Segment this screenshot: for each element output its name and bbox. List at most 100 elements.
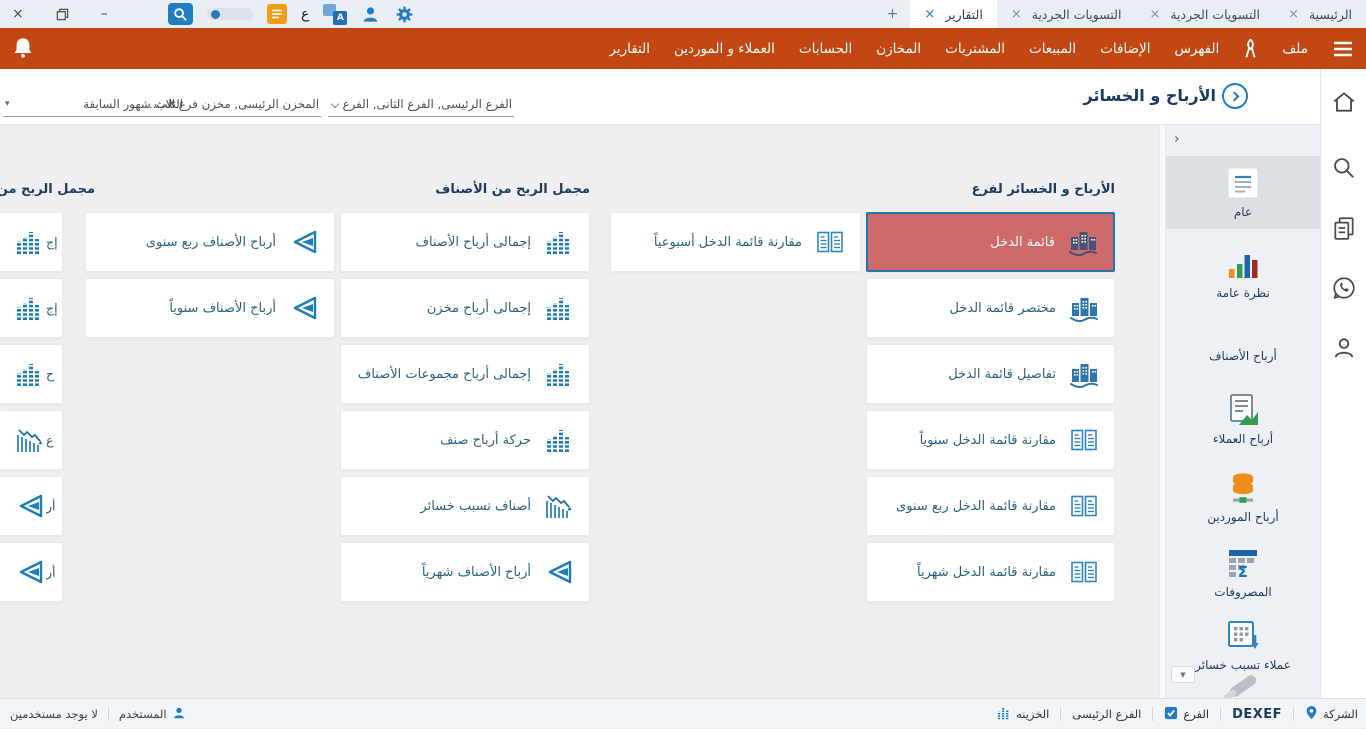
settings-gear-icon[interactable] <box>394 4 415 25</box>
report-tile-cut[interactable]: إج <box>0 212 63 272</box>
menu-item[interactable]: المبيعات <box>1029 41 1076 57</box>
report-tile-cut[interactable]: ع <box>0 410 63 470</box>
search-button[interactable] <box>168 3 193 25</box>
brand-logo[interactable]: DEXEF <box>1232 707 1282 722</box>
tile-label: مختصر قائمة الدخل <box>949 300 1056 316</box>
report-tile[interactable]: مختصر قائمة الدخل <box>866 278 1115 338</box>
notifications-bell-icon[interactable] <box>12 36 34 64</box>
sidebar-item[interactable]: نظرة عامة <box>1166 237 1320 300</box>
tab-active[interactable]: التقارير × <box>910 0 997 28</box>
sidebar-item[interactable]: Σ المصروفات <box>1166 536 1320 599</box>
status-item[interactable]: الخزينه <box>996 705 1049 723</box>
translate-icon[interactable]: A <box>323 3 348 25</box>
tab-close-icon[interactable]: × <box>1149 7 1160 22</box>
toggle-slider[interactable] <box>207 8 253 20</box>
income-statement-icon <box>1068 360 1100 388</box>
status-item[interactable]: لا يوجد مستخدمين <box>10 707 98 721</box>
tile-label: أرباح الأصناف ربع سنوى <box>145 234 276 250</box>
sidebar-item[interactable]: أرباح الأصناف <box>1166 346 1320 363</box>
tab-strip: الرئيسية × التسويات الجردية × التسويات الجرد… <box>875 0 1366 28</box>
sidebar-item-label: نظرة عامة <box>1216 286 1270 300</box>
tile-label-partial: ح <box>46 366 55 382</box>
sidebar-item[interactable]: عام <box>1166 156 1320 229</box>
report-tile[interactable]: مقارنة قائمة الدخل أسبوعياً <box>610 212 861 272</box>
separator <box>1060 707 1062 721</box>
menu-item[interactable]: الفهرس <box>1174 41 1219 57</box>
titlebar: × – ع A الرئيسية × التسويات الجردية × التسوي… <box>0 0 1366 28</box>
filter-dropdown[interactable]: الفرع الرئيسى, الفرع الثانى, الفرع <box>328 95 514 117</box>
page-header: الأرباح و الخسائر الفرع الرئيسى, الفرع ا… <box>0 69 1320 125</box>
report-tile[interactable]: تفاصيل قائمة الدخل <box>866 344 1115 404</box>
status-left: لا يوجد مستخدمين المستخدم <box>10 699 186 729</box>
sidebar-item[interactable]: عملاء تسبب خسائر <box>1166 609 1320 672</box>
menu-item[interactable]: الإضافات <box>1100 41 1150 57</box>
report-tile[interactable]: إجمالى أرباح مجموعات الأصناف <box>340 344 590 404</box>
report-tile[interactable]: مقارنة قائمة الدخل سنوياً <box>866 410 1115 470</box>
orange-list-button[interactable] <box>267 4 287 24</box>
menu-item[interactable]: الحسابات <box>799 41 852 57</box>
report-tile[interactable]: قائمة الدخل <box>866 212 1115 272</box>
menubar: ملف الفهرس الإضافات المبيعات المشتريات المخاز… <box>0 28 1366 69</box>
tab-item[interactable]: التسويات الجردية × <box>997 0 1136 28</box>
report-tile[interactable]: مقارنة قائمة الدخل شهرياً <box>866 542 1115 602</box>
report-tile[interactable]: أصناف تسبب خسائر <box>340 476 590 536</box>
menu-item[interactable]: العملاء و الموردين <box>674 41 775 57</box>
report-tile[interactable]: حركة أرباح صنف <box>340 410 590 470</box>
filter-dropdown[interactable]: ▾ المخزن الرئيسى, مخزن فرع الب... <box>145 95 321 117</box>
language-letter: ع <box>301 6 310 22</box>
tab-close-icon[interactable]: × <box>924 7 935 22</box>
equalizer-icon <box>15 361 43 387</box>
report-tile[interactable]: أرباح الأصناف ربع سنوى <box>85 212 335 272</box>
person-icon[interactable] <box>1331 335 1357 361</box>
tile-label-partial: إج <box>46 300 58 316</box>
tab-label: التسويات الجردية <box>1170 6 1261 22</box>
declining-chart-icon <box>543 493 575 519</box>
status-label: المستخدم <box>118 707 167 721</box>
tab-close-icon[interactable]: × <box>1011 7 1022 22</box>
menu-item[interactable]: المخازن <box>876 41 921 57</box>
sidebar-item[interactable]: أرباح الموردين <box>1166 461 1320 524</box>
filter-dropdown[interactable]: ▾ الثلاث شهور السابقة <box>3 95 185 117</box>
close-window-icon[interactable]: × <box>12 7 24 21</box>
sidebar: › عام نظرة عامة أرباح الأصناف أرباح العملاء… <box>1166 125 1320 698</box>
report-tile[interactable]: إجمالى أرباح مخزن <box>340 278 590 338</box>
menu-item[interactable]: التقارير <box>609 41 650 57</box>
copy-docs-icon[interactable] <box>1331 215 1357 241</box>
sidebar-scroll-down-button[interactable]: ▼ <box>1171 666 1195 683</box>
report-tile[interactable]: إجمالى أرباح الأصناف <box>340 212 590 272</box>
treasury-bars-icon <box>996 705 1011 723</box>
group-title-cut: مجمل الربح من <box>0 182 95 197</box>
tile-label-partial: أر <box>46 498 56 514</box>
expand-circle-button[interactable] <box>1222 83 1248 109</box>
minimize-window-icon[interactable]: – <box>101 7 108 21</box>
status-item[interactable]: المستخدم <box>119 706 186 723</box>
user-profile-icon[interactable] <box>361 5 380 24</box>
status-item[interactable]: الفرع الرئيسى <box>1072 707 1141 721</box>
status-item[interactable]: الفرع <box>1164 706 1209 723</box>
report-tile-cut[interactable]: أر <box>0 542 63 602</box>
menu-item[interactable]: المشتريات <box>945 41 1005 57</box>
report-tile[interactable]: أرباح الأصناف سنوياً <box>85 278 335 338</box>
hamburger-icon[interactable] <box>1332 40 1354 58</box>
col-cut: إج إج ح ع أر أر <box>0 212 63 602</box>
tab-item[interactable]: التسويات الجردية × <box>1135 0 1274 28</box>
whatsapp-icon[interactable] <box>1331 275 1357 301</box>
tab-item[interactable]: الرئيسية × <box>1274 0 1366 28</box>
home-icon[interactable] <box>1331 89 1357 115</box>
report-tile[interactable]: مقارنة قائمة الدخل ربع سنوى <box>866 476 1115 536</box>
equalizer-icon <box>15 229 43 255</box>
report-tile[interactable]: أرباح الأصناف شهرياً <box>340 542 590 602</box>
customers-profit-icon <box>1166 391 1320 429</box>
new-tab-button[interactable]: + <box>875 0 911 28</box>
vertical-scrollbar[interactable] <box>1159 125 1166 698</box>
report-tile-cut[interactable]: أر <box>0 476 63 536</box>
tab-close-icon[interactable]: × <box>1288 7 1299 22</box>
declining-chart-icon <box>15 427 45 453</box>
restore-window-icon[interactable] <box>56 8 69 21</box>
menu-item[interactable]: ملف <box>1282 41 1308 57</box>
report-tile-cut[interactable]: إج <box>0 278 63 338</box>
search-icon[interactable] <box>1331 155 1357 181</box>
sidebar-item[interactable]: أرباح العملاء <box>1166 383 1320 446</box>
status-item[interactable]: الشركة <box>1305 705 1358 723</box>
report-tile-cut[interactable]: ح <box>0 344 63 404</box>
